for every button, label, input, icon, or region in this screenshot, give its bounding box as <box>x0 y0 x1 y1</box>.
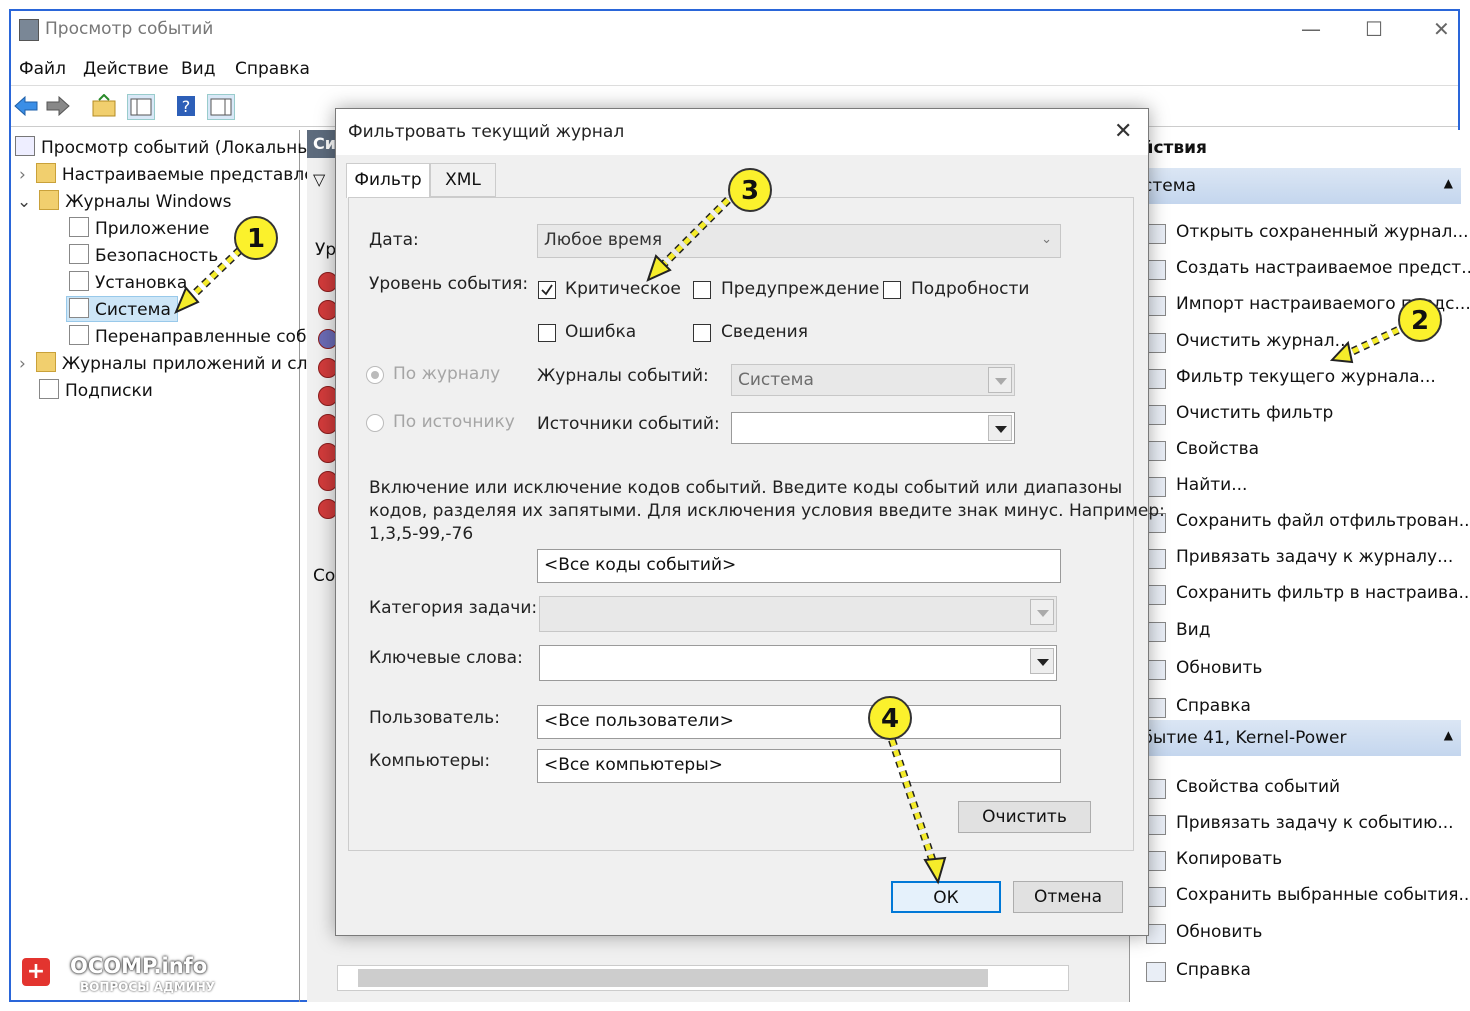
annotation-badge-4: 4 <box>868 696 912 740</box>
plus-logo-icon: + <box>22 958 50 986</box>
annotation-badge-1: 1 <box>234 216 278 260</box>
annotation-badge-3: 3 <box>728 168 772 212</box>
watermark: + OCOMP.info ВОПРОСЫ АДМИНУ <box>18 954 218 998</box>
watermark-title: OCOMP.info <box>70 954 208 978</box>
watermark-subtitle: ВОПРОСЫ АДМИНУ <box>80 980 216 994</box>
annotation-arrows <box>174 197 1400 885</box>
annotation-badge-2: 2 <box>1398 298 1442 342</box>
